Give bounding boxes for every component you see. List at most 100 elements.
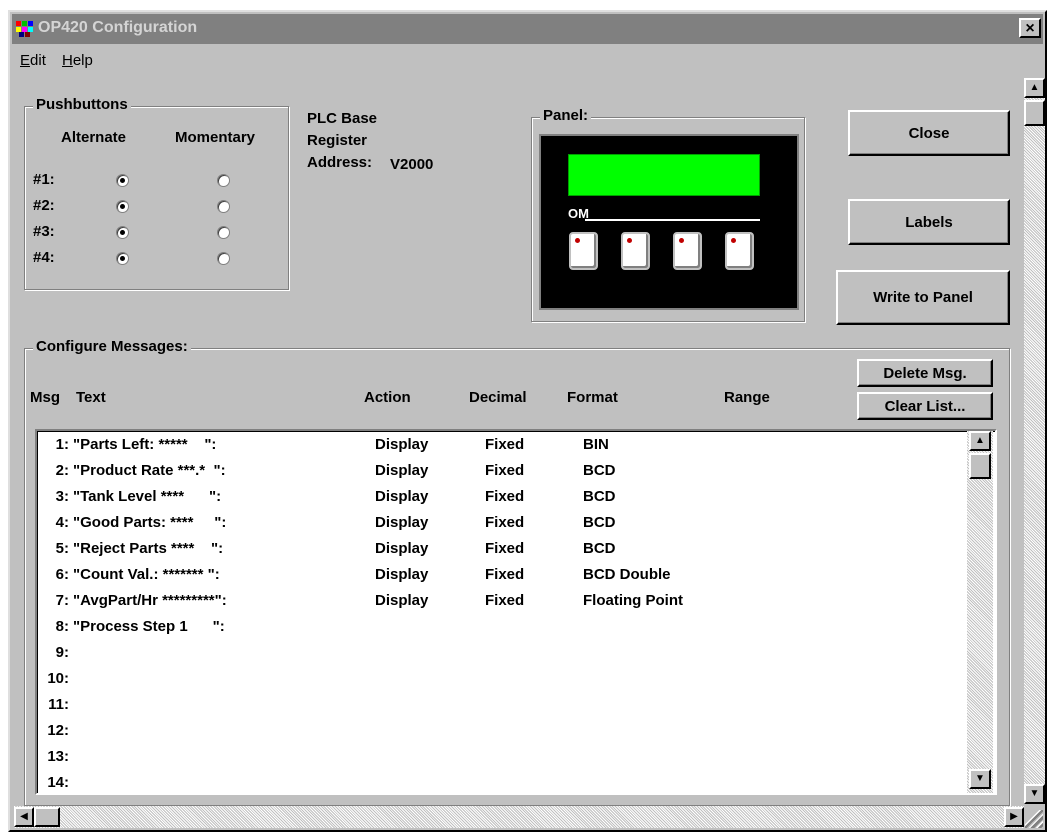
cell-decimal: Fixed [485,540,525,557]
close-button[interactable]: Close [848,110,1010,156]
cell-num: 3: [55,488,69,505]
header-format: Format [567,389,618,406]
title-bar[interactable]: OP420 Configuration × [12,14,1043,44]
menu-help[interactable]: Help [62,52,93,69]
cell-action: Display [375,540,429,557]
cell-num: 11: [48,696,69,713]
cell-format: Floating Point [583,592,683,609]
window-scroll-left-icon[interactable]: ◀ [14,807,34,827]
pushbutton-3-momentary-radio[interactable] [217,226,230,239]
clear-list-button[interactable]: Clear List... [857,392,993,420]
table-row[interactable]: 6: "Count Val.: ******* ": Display Fixed BCD… [37,563,957,589]
menu-edit-label: dit [30,52,46,69]
table-row[interactable]: 13: [37,745,957,771]
cell-text: "Good Parts: **** ": [73,514,227,531]
table-row[interactable]: 14: [37,771,957,793]
delete-msg-button[interactable]: Delete Msg. [857,359,993,387]
table-row[interactable]: 2: "Product Rate ***.* ": Display Fixed BCD [37,459,957,485]
plc-address-value: V2000 [390,156,434,173]
cell-num: 1: [55,436,69,453]
table-row[interactable]: 11: [37,693,957,719]
window-hscroll-thumb[interactable] [34,807,60,827]
window-scroll-down-icon[interactable]: ▼ [1024,784,1045,804]
delete-msg-label: Delete Msg. [883,364,967,382]
cell-format: BCD Double [583,566,671,583]
header-decimal: Decimal [469,389,527,406]
pushbutton-1-momentary-radio[interactable] [217,174,230,187]
cell-decimal: Fixed [485,488,525,505]
table-row[interactable]: 5: "Reject Parts **** ": Display Fixed BCD [37,537,957,563]
pushbuttons-legend: Pushbuttons [33,96,131,113]
table-row[interactable]: 7: "AvgPart/Hr *********": Display Fixed Flo… [37,589,957,615]
messages-list[interactable]: 1: "Parts Left: ***** ": Display Fixed BIN 2:… [35,429,997,795]
window-horizontal-scrollbar[interactable]: ◀ ▶ [14,806,1024,828]
pushbutton-2-momentary-radio[interactable] [217,200,230,213]
header-text: Text [76,389,106,406]
cell-decimal: Fixed [485,462,525,479]
cell-format: BCD [583,514,616,531]
table-row[interactable]: 10: [37,667,957,693]
cell-num: 8: [55,618,69,635]
list-vertical-scrollbar[interactable]: ▲ ▼ [967,431,993,793]
cell-num: 10: [47,670,69,687]
window-vscroll-thumb[interactable] [1024,100,1045,126]
pushbuttons-group: Pushbuttons Alternate Momentary #1: #2: … [24,96,289,290]
close-window-button[interactable]: × [1019,18,1041,38]
menu-help-label: elp [72,52,93,69]
app-icon [16,21,34,37]
cell-num: 12: [47,722,69,739]
list-scroll-thumb[interactable] [969,453,991,479]
cell-action: Display [375,566,429,583]
cell-num: 14: [47,774,69,791]
cell-text: "AvgPart/Hr *********": [73,592,227,609]
write-to-panel-button[interactable]: Write to Panel [836,270,1010,325]
cell-num: 6: [55,566,69,583]
cell-action: Display [375,436,429,453]
pushbutton-2-label: #2: [33,197,55,214]
cell-action: Display [375,514,429,531]
table-row[interactable]: 1: "Parts Left: ***** ": Display Fixed BIN [37,433,957,459]
cell-num: 9: [55,644,69,661]
window-vertical-scrollbar[interactable]: ▲ ▼ [1024,78,1045,804]
cell-text: "Parts Left: ***** ": [73,436,217,453]
pushbutton-3-alternate-radio[interactable] [116,226,129,239]
panel-group: Panel: OM [531,107,805,322]
labels-button[interactable]: Labels [848,199,1010,245]
list-scroll-up-icon[interactable]: ▲ [969,431,991,451]
header-msg: Msg [30,389,60,406]
close-button-label: Close [908,124,950,142]
pushbutton-2-alternate-radio[interactable] [116,200,129,213]
table-row[interactable]: 8: "Process Step 1 ": [37,615,957,641]
window-scroll-up-icon[interactable]: ▲ [1024,78,1045,98]
messages-group: Configure Messages: Delete Msg. Clear Li… [24,338,1010,806]
panel-legend: Panel: [540,107,592,124]
resize-grip-icon[interactable] [1025,810,1043,828]
panel-key-4 [725,232,754,270]
pushbutton-3-label: #3: [33,223,55,240]
cell-text: "Process Step 1 ": [73,618,225,635]
cell-action: Display [375,488,429,505]
panel-preview: OM [539,134,799,310]
cell-format: BCD [583,488,616,505]
cell-decimal: Fixed [485,436,525,453]
cell-format: BCD [583,462,616,479]
menu-edit[interactable]: Edit [20,52,46,69]
plc-register-label: Register [307,132,368,149]
pushbutton-1-alternate-radio[interactable] [116,174,129,187]
table-row[interactable]: 9: [37,641,957,667]
table-row[interactable]: 12: [37,719,957,745]
table-row[interactable]: 3: "Tank Level **** ": Display Fixed BCD [37,485,957,511]
pushbutton-4-momentary-radio[interactable] [217,252,230,265]
cell-format: BCD [583,540,616,557]
table-row[interactable]: 4: "Good Parts: **** ": Display Fixed BCD [37,511,957,537]
labels-button-label: Labels [905,213,953,231]
window-scroll-right-icon[interactable]: ▶ [1004,807,1024,827]
header-action: Action [364,389,411,406]
messages-legend: Configure Messages: [33,338,191,355]
panel-key-1 [569,232,598,270]
list-scroll-down-icon[interactable]: ▼ [969,769,991,789]
config-window: OP420 Configuration × Edit Help Pushbutt… [8,10,1047,832]
cell-action: Display [375,592,429,609]
pushbutton-4-alternate-radio[interactable] [116,252,129,265]
col-momentary-header: Momentary [175,129,256,146]
